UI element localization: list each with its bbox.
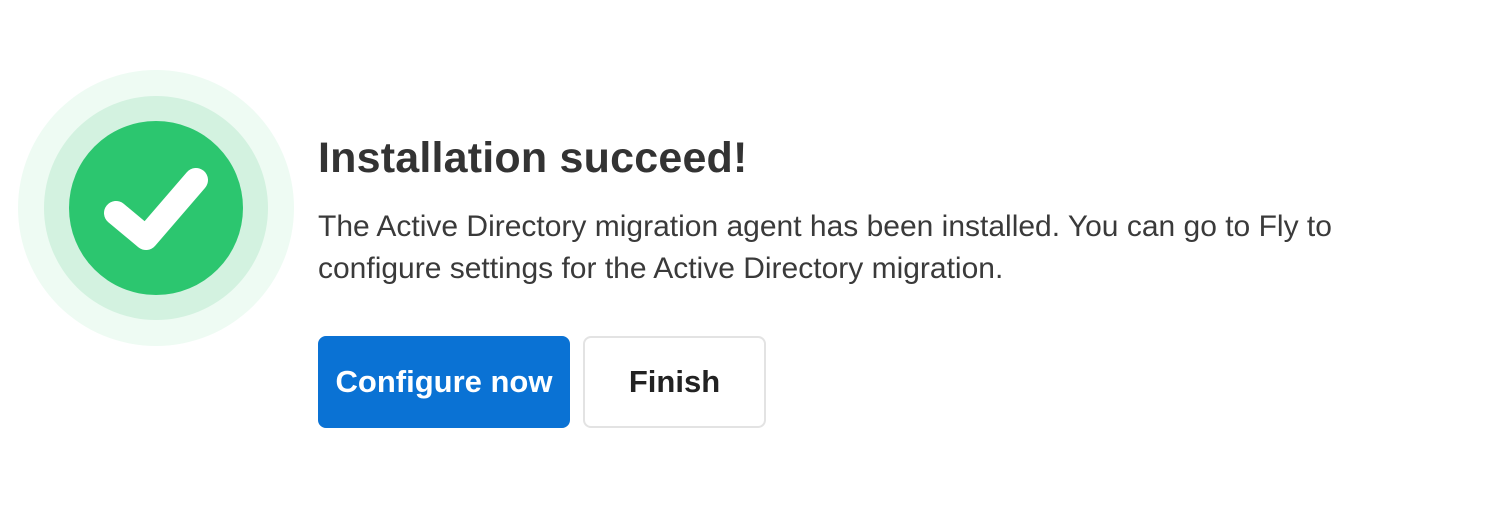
result-title: Installation succeed! [318, 134, 748, 182]
action-buttons: Configure now Finish [318, 336, 1468, 428]
result-message: The Active Directory migration agent has… [318, 210, 1332, 285]
success-check-icon [18, 70, 294, 346]
result-content: Installation succeed! The Active Directo… [318, 130, 1468, 428]
installation-result-panel: Installation succeed! The Active Directo… [0, 0, 1493, 523]
finish-button[interactable]: Finish [583, 336, 766, 428]
configure-now-button[interactable]: Configure now [318, 336, 570, 428]
